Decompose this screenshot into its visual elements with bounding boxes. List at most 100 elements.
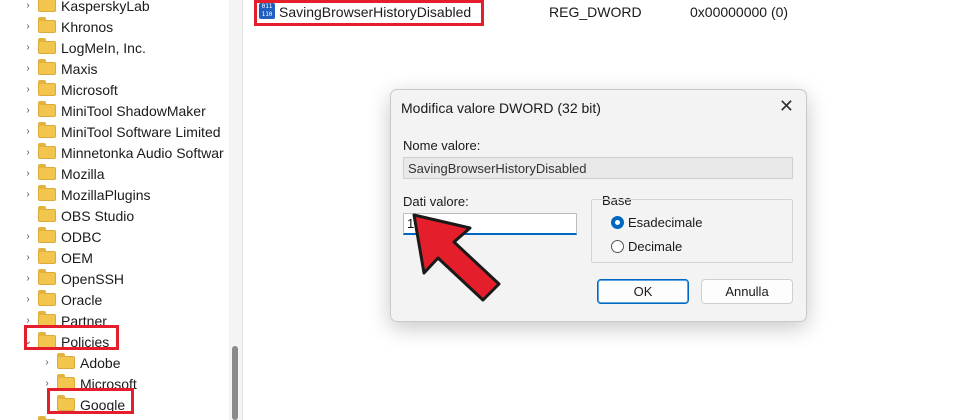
tree-item[interactable]: ›Realtek [22, 415, 108, 420]
tree-item-label: Khronos [61, 18, 114, 35]
chevron-icon[interactable]: › [22, 126, 34, 137]
folder-icon [38, 143, 56, 159]
folder-icon [38, 38, 56, 54]
chevron-icon[interactable]: › [22, 294, 34, 305]
tree-item-label: OEM [61, 249, 93, 266]
chevron-icon[interactable]: › [22, 189, 34, 200]
tree-item[interactable]: › Microsoft [22, 79, 118, 100]
tree-item[interactable]: › OEM [22, 247, 93, 268]
tree-item[interactable]: ⌄ Policies [22, 331, 109, 352]
tree-item-label: Mozilla [61, 165, 105, 182]
chevron-icon[interactable]: ⌄ [22, 336, 34, 347]
chevron-icon[interactable]: › [41, 378, 53, 389]
folder-icon [38, 290, 56, 306]
chevron-icon[interactable]: › [22, 63, 34, 74]
tree-item[interactable]: Google [41, 394, 125, 415]
folder-icon [38, 164, 56, 180]
base-group [591, 199, 793, 263]
folder-icon [38, 122, 56, 138]
folder-icon [38, 269, 56, 285]
radio-hexadecimal-label[interactable]: Esadecimale [628, 215, 702, 230]
folder-icon [38, 101, 56, 117]
tree-item-label: OBS Studio [61, 207, 135, 224]
folder-icon [57, 395, 75, 411]
value-data: 0x00000000 (0) [690, 4, 789, 20]
chevron-icon[interactable]: › [22, 168, 34, 179]
tree-item-label: Microsoft [80, 375, 137, 392]
folder-icon [38, 227, 56, 243]
folder-icon [38, 311, 56, 327]
tree-item-label: MiniTool ShadowMaker [61, 102, 206, 119]
tree-item[interactable]: › KasperskyLab [22, 0, 150, 16]
chevron-icon[interactable]: › [22, 252, 34, 263]
tree-item[interactable]: › Partner [22, 310, 107, 331]
tree-item[interactable]: › Khronos [22, 16, 113, 37]
tree-item-label: Minnetonka Audio Softwar [61, 144, 224, 161]
chevron-icon[interactable]: › [22, 84, 34, 95]
tree-item[interactable]: › Oracle [22, 289, 102, 310]
tree-item-label: OpenSSH [61, 270, 125, 287]
chevron-icon[interactable]: › [22, 105, 34, 116]
folder-icon [38, 248, 56, 264]
registry-tree: › KasperskyLab › Khronos › LogMeIn, Inc. › Maxi… [0, 0, 242, 420]
tree-item-label: Microsoft [61, 81, 118, 98]
tree-item-label: Policies [61, 333, 110, 350]
tree-item[interactable]: › MiniTool ShadowMaker [22, 100, 206, 121]
value-data-label: Dati valore: [403, 194, 469, 209]
tree-item-label: Google [80, 396, 126, 413]
cancel-button[interactable]: Annulla [701, 279, 793, 304]
tree-item-label: Partner [61, 312, 107, 329]
radio-selected-icon[interactable] [611, 216, 624, 229]
tree-item-label: Adobe [80, 354, 121, 371]
tree-item[interactable]: › MiniTool Software Limited [22, 121, 221, 142]
tree-item[interactable]: › Adobe [41, 352, 120, 373]
chevron-icon[interactable]: › [22, 0, 34, 11]
close-icon[interactable]: ✕ [779, 96, 794, 117]
tree-item[interactable]: › ODBC [22, 226, 101, 247]
folder-icon [57, 374, 75, 390]
chevron-icon[interactable]: › [22, 147, 34, 158]
folder-icon [38, 59, 56, 75]
value-type: REG_DWORD [549, 4, 642, 20]
folder-icon [38, 206, 56, 222]
tree-item-label: MozillaPlugins [61, 186, 151, 203]
ok-button[interactable]: OK [597, 279, 689, 304]
chevron-icon[interactable]: › [41, 357, 53, 368]
tree-scrollbar[interactable] [229, 0, 242, 420]
value-name: SavingBrowserHistoryDisabled [279, 4, 472, 20]
tree-item-label: KasperskyLab [61, 0, 150, 14]
chevron-icon[interactable]: › [22, 21, 34, 32]
chevron-icon[interactable]: › [22, 315, 34, 326]
chevron-icon[interactable]: › [22, 231, 34, 242]
chevron-icon[interactable]: › [22, 42, 34, 53]
folder-icon [57, 353, 75, 369]
folder-icon [38, 80, 56, 96]
tree-item-label: Maxis [61, 60, 98, 77]
value-name-field: SavingBrowserHistoryDisabled [403, 157, 793, 179]
value-name-label: Nome valore: [403, 138, 481, 153]
tree-item-label: MiniTool Software Limited [61, 123, 221, 140]
chevron-icon[interactable]: › [22, 273, 34, 284]
tree-item-label: ODBC [61, 228, 102, 245]
tree-item[interactable]: › Minnetonka Audio Softwar [22, 142, 224, 163]
reg-binary-icon: 011 110 [259, 3, 275, 19]
red-arrow-icon [412, 213, 501, 302]
dialog-title: Modifica valore DWORD (32 bit) [401, 100, 601, 116]
folder-icon [38, 185, 56, 201]
folder-icon [38, 17, 56, 33]
radio-unselected-icon[interactable] [611, 240, 624, 253]
tree-item[interactable]: › MozillaPlugins [22, 184, 150, 205]
tree-item[interactable]: › Maxis [22, 58, 98, 79]
folder-icon [38, 0, 56, 12]
tree-item-label: Oracle [61, 291, 103, 308]
tree-item[interactable]: › Microsoft [41, 373, 137, 394]
tree-item[interactable]: › LogMeIn, Inc. [22, 37, 146, 58]
tree-item[interactable]: › OpenSSH [22, 268, 124, 289]
pane-divider[interactable] [242, 0, 243, 420]
folder-icon [38, 332, 56, 348]
tree-item-label: LogMeIn, Inc. [61, 39, 146, 56]
tree-scrollbar-thumb[interactable] [232, 346, 238, 420]
radio-decimal-label[interactable]: Decimale [628, 239, 682, 254]
tree-item[interactable]: OBS Studio [22, 205, 134, 226]
tree-item[interactable]: › Mozilla [22, 163, 105, 184]
